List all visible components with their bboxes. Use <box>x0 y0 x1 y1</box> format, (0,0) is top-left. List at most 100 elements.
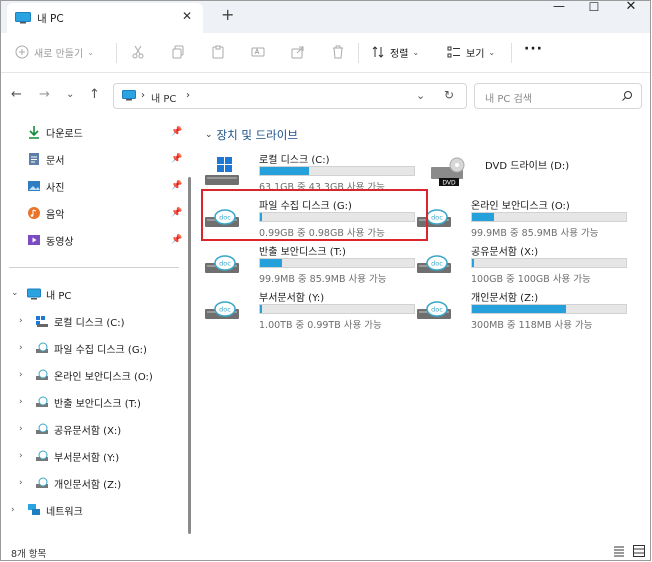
chevron-down-icon: ⌄ <box>205 130 213 140</box>
network-icon <box>28 504 40 515</box>
pin-icon[interactable]: 📌 <box>171 235 182 245</box>
search-box[interactable]: 내 PC 검색 <box>474 83 642 109</box>
drive-name: 부서문서함 (Y:) <box>259 293 325 304</box>
back-arrow-icon[interactable]: ← <box>11 87 22 102</box>
drive-t[interactable]: doc 반출 보안디스크 (T:) 99.9MB 중 85.9MB 사용 가능 <box>199 243 419 287</box>
sidebar-scrollbar[interactable] <box>188 177 191 534</box>
doc-drive-icon <box>36 396 48 407</box>
pin-icon[interactable]: 📌 <box>171 127 182 137</box>
chevron-right-icon[interactable]: › <box>19 370 23 380</box>
sidebar-item-label: 내 PC <box>46 290 72 302</box>
minimize-button[interactable]: — <box>539 1 579 17</box>
sidebar-item-drive-g[interactable]: 파일 수집 디스크 (G:) <box>35 339 147 357</box>
drive-z[interactable]: doc 개인문서함 (Z:) 300MB 중 118MB 사용 가능 <box>411 289 631 333</box>
breadcrumb-separator-icon[interactable]: › <box>186 90 190 101</box>
view-label: 보기 <box>466 48 485 60</box>
drive-y[interactable]: doc 부서문서함 (Y:) 1.00TB 중 0.99TB 사용 가능 <box>199 289 419 333</box>
search-icon[interactable] <box>621 90 633 102</box>
chevron-right-icon[interactable]: › <box>19 478 23 488</box>
usage-bar <box>471 258 627 268</box>
chevron-down-icon[interactable]: ⌄ <box>11 288 19 298</box>
chevron-right-icon[interactable]: › <box>19 316 23 326</box>
highlight-box <box>201 189 428 241</box>
copy-button[interactable] <box>171 42 185 62</box>
drive-name: 개인문서함 (Z:) <box>471 293 539 304</box>
doc-badge: doc <box>431 306 443 314</box>
drive-x[interactable]: doc 공유문서함 (X:) 100GB 중 100GB 사용 가능 <box>411 243 631 287</box>
chevron-right-icon[interactable]: › <box>19 451 23 461</box>
content-pane: ⌄ 장치 및 드라이브 로컬 디스크 (C:) 63.1GB 중 43.3GB … <box>199 117 644 542</box>
monitor-icon <box>122 90 136 101</box>
sidebar-item-drive-o[interactable]: 온라인 보안디스크 (O:) <box>35 366 153 384</box>
usage-bar <box>259 166 415 176</box>
drive-o[interactable]: doc 온라인 보안디스크 (O:) 99.9MB 중 85.9MB 사용 가능 <box>411 197 631 241</box>
group-title: 장치 및 드라이브 <box>216 128 298 142</box>
tab-this-pc[interactable]: 내 PC ✕ <box>7 3 203 33</box>
details-view-icon[interactable] <box>613 545 625 557</box>
breadcrumb-separator-icon: › <box>141 90 145 101</box>
view-button[interactable]: 보기 ⌄ <box>447 42 495 62</box>
sidebar-item-music[interactable]: 음악 <box>27 204 64 222</box>
forward-arrow-icon[interactable]: → <box>39 87 50 102</box>
maximize-button[interactable]: ☐ <box>574 1 614 18</box>
sidebar-item-label: 음악 <box>46 209 65 221</box>
tiles-view-icon[interactable] <box>633 545 645 557</box>
delete-button[interactable] <box>331 42 345 62</box>
up-arrow-icon[interactable]: ↑ <box>89 87 100 102</box>
sidebar-item-drive-z[interactable]: 개인문서함 (Z:) <box>35 474 121 492</box>
sidebar-item-downloads[interactable]: 다운로드 <box>27 123 83 141</box>
sidebar-item-label: 개인문서함 (Z:) <box>54 479 122 491</box>
doc-drive-icon: doc <box>417 255 451 273</box>
close-tab-icon[interactable]: ✕ <box>182 9 192 23</box>
scissors-icon <box>132 45 144 59</box>
rename-icon <box>251 47 265 57</box>
chevron-down-icon[interactable]: ⌄ <box>416 89 425 102</box>
chevron-right-icon[interactable]: › <box>19 424 23 434</box>
pin-icon[interactable]: 📌 <box>171 154 182 164</box>
usage-bar-fill <box>472 305 566 313</box>
sidebar-item-label: 다운로드 <box>46 128 83 140</box>
recent-locations-chevron-icon[interactable]: ⌄ <box>66 89 74 100</box>
new-button[interactable]: 새로 만들기 ⌄ <box>15 42 94 62</box>
paste-button[interactable] <box>211 42 225 62</box>
sidebar-item-documents[interactable]: 문서 <box>27 150 64 168</box>
sidebar-item-drive-x[interactable]: 공유문서함 (X:) <box>35 420 121 438</box>
rename-button[interactable] <box>251 42 265 62</box>
chevron-right-icon[interactable]: › <box>11 505 15 515</box>
sidebar-item-this-pc[interactable]: 내 PC <box>27 285 71 303</box>
sidebar-item-label: 문서 <box>46 155 65 167</box>
sidebar-item-drive-y[interactable]: 부서문서함 (Y:) <box>35 447 119 465</box>
usage-bar-fill <box>260 259 282 267</box>
share-button[interactable] <box>291 42 305 62</box>
doc-drive-icon: doc <box>205 301 239 319</box>
sidebar-item-label: 온라인 보안디스크 (O:) <box>54 371 153 383</box>
view-icon <box>447 46 460 58</box>
drive-name: 온라인 보안디스크 (O:) <box>471 201 570 212</box>
sidebar-item-network[interactable]: 네트워크 <box>27 501 83 519</box>
sidebar-item-label: 공유문서함 (X:) <box>54 425 122 437</box>
pin-icon[interactable]: 📌 <box>171 181 182 191</box>
music-icon <box>28 207 40 219</box>
doc-drive-icon <box>36 342 48 353</box>
pin-icon[interactable]: 📌 <box>171 208 182 218</box>
drive-d[interactable]: DVD DVD 드라이브 (D:) <box>425 151 645 195</box>
close-window-button[interactable]: ✕ <box>611 1 650 17</box>
address-bar[interactable]: › 내 PC › ⌄ ↻ <box>113 83 467 109</box>
plus-icon[interactable]: + <box>221 5 234 24</box>
group-header-devices[interactable]: ⌄ 장치 및 드라이브 <box>205 127 298 143</box>
sidebar-item-videos[interactable]: 동영상 <box>27 231 74 249</box>
chevron-right-icon[interactable]: › <box>19 343 23 353</box>
command-bar: 새로 만들기 ⌄ 정렬 ⌄ 보기 ⌄ ··· <box>1 33 650 73</box>
sidebar-item-label: 사진 <box>46 182 65 194</box>
more-options-button[interactable]: ··· <box>524 39 543 59</box>
cut-button[interactable] <box>131 42 145 62</box>
doc-drive-icon <box>36 369 48 380</box>
navigation-pane: 다운로드 📌 문서 📌 사진 📌 음악 📌 동영상 📌 ⌄ 내 PC › 로컬 … <box>1 117 189 542</box>
sidebar-item-pictures[interactable]: 사진 <box>27 177 64 195</box>
breadcrumb-this-pc[interactable]: 내 PC <box>151 90 176 105</box>
sidebar-item-drive-t[interactable]: 반출 보안디스크 (T:) <box>35 393 141 411</box>
chevron-right-icon[interactable]: › <box>19 397 23 407</box>
sort-button[interactable]: 정렬 ⌄ <box>371 42 419 62</box>
refresh-icon[interactable]: ↻ <box>444 88 454 102</box>
sidebar-item-drive-c[interactable]: 로컬 디스크 (C:) <box>35 312 125 330</box>
